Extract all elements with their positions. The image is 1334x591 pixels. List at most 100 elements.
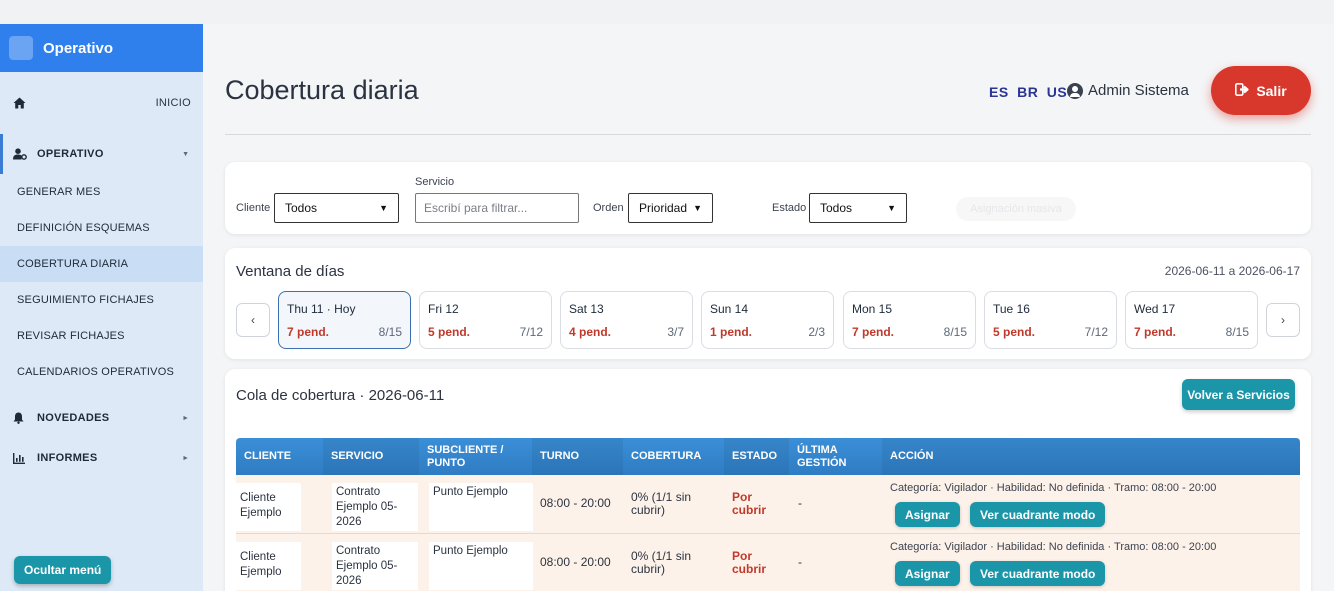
sidebar-item-definicion-esquemas[interactable]: DEFINICIÓN ESQUEMAS (0, 210, 203, 246)
page-title: Cobertura diaria (225, 75, 419, 105)
day-card[interactable]: Mon 15 7 pend. 8/15 (843, 291, 976, 349)
logout-button[interactable]: Salir (1211, 66, 1311, 115)
sidebar-item-label: CALENDARIOS OPERATIVOS (17, 366, 175, 378)
day-card[interactable]: Fri 12 5 pend. 7/12 (419, 291, 552, 349)
day-name: Wed 17 (1134, 302, 1176, 316)
user-menu[interactable]: Admin Sistema (1067, 82, 1189, 99)
day-pending: 7 pend. (287, 325, 330, 339)
orden-label: Orden (593, 202, 624, 214)
chart-icon (13, 452, 27, 464)
day-name: Thu 11 · Hoy (287, 302, 356, 316)
user-name: Admin Sistema (1088, 82, 1189, 99)
day-card[interactable]: Sun 14 1 pend. 2/3 (701, 291, 834, 349)
table-row: Cliente Ejemplo Contrato Ejemplo 05-2026… (236, 534, 1300, 591)
estado-label: Estado (772, 202, 807, 214)
sidebar-section-label: OPERATIVO (37, 148, 104, 160)
sidebar-section-informes[interactable]: INFORMES ► (0, 438, 203, 478)
home-icon (13, 97, 26, 109)
servicio-label: Servicio (415, 176, 455, 188)
view-schedule-button[interactable]: Ver cuadrante modo (970, 561, 1106, 586)
turno-cell: 08:00 - 20:00 (540, 555, 611, 569)
column-header[interactable]: TURNO (532, 438, 623, 475)
categoria-info: Categoría: Vigilador · Habilidad: No def… (890, 482, 1217, 494)
assign-button[interactable]: Asignar (895, 502, 960, 527)
lang-es-button[interactable]: ES (989, 84, 1009, 100)
servicio-cell: Contrato Ejemplo 05-2026 (332, 483, 418, 531)
column-header[interactable]: ACCIÓN (882, 438, 1300, 475)
chevron-down-icon: ▼ (887, 203, 896, 213)
brand-logo-icon (9, 36, 33, 60)
bell-icon (13, 412, 27, 424)
column-header[interactable]: CLIENTE (236, 438, 323, 475)
day-name: Sun 14 (710, 302, 749, 316)
cliente-cell: Cliente Ejemplo (236, 483, 301, 531)
column-header[interactable]: ÚLTIMA GESTIÓN (789, 438, 882, 475)
prev-days-button[interactable]: ‹ (236, 303, 270, 337)
sidebar-item-cobertura-diaria[interactable]: COBERTURA DIARIA (0, 246, 203, 282)
orden-select[interactable]: Prioridad ▼ (628, 193, 713, 223)
column-header[interactable]: SUBCLIENTE / PUNTO (419, 438, 532, 475)
cliente-label: Cliente (236, 202, 271, 214)
day-card[interactable]: Thu 11 · Hoy 7 pend. 8/15 (278, 291, 411, 349)
back-to-services-button[interactable]: Volver a Servicios (1182, 379, 1295, 410)
orden-select-value: Prioridad (639, 201, 688, 215)
hide-menu-button[interactable]: Ocultar menú (14, 556, 112, 584)
sidebar-item-inicio[interactable]: INICIO (0, 72, 203, 134)
table-row: Cliente Ejemplo Contrato Ejemplo 05-2026… (236, 475, 1300, 534)
column-header[interactable]: COBERTURA (623, 438, 724, 475)
cliente-cell: Cliente Ejemplo (236, 542, 301, 590)
days-window-card: Ventana de días 2026-06-11 a 2026-06-17 … (225, 248, 1311, 359)
servicio-filter-input[interactable] (415, 193, 579, 223)
day-name: Sat 13 (569, 302, 604, 316)
filters-card: Cliente Todos ▼ Servicio Orden Prioridad… (225, 162, 1311, 234)
bulk-assign-button[interactable]: Asignación masiva (956, 197, 1076, 221)
sidebar-brand[interactable]: Operativo (0, 24, 203, 72)
logout-label: Salir (1256, 82, 1287, 99)
sidebar-item-label: DEFINICIÓN ESQUEMAS (17, 222, 150, 234)
day-name: Fri 12 (428, 302, 459, 316)
day-ratio: 3/7 (667, 325, 684, 339)
column-header[interactable]: ESTADO (724, 438, 789, 475)
sidebar: Operativo INICIO OPERATIVO ▼ GENERAR MES… (0, 24, 203, 591)
day-ratio: 7/12 (1084, 325, 1108, 339)
day-ratio: 8/15 (1225, 325, 1249, 339)
day-pending: 4 pend. (569, 325, 612, 339)
lang-us-button[interactable]: US (1047, 84, 1067, 100)
sidebar-item-generar-mes[interactable]: GENERAR MES (0, 174, 203, 210)
sidebar-item-calendarios-operativos[interactable]: CALENDARIOS OPERATIVOS (0, 354, 203, 390)
lang-br-button[interactable]: BR (1017, 84, 1038, 100)
cliente-select[interactable]: Todos ▼ (274, 193, 399, 223)
sidebar-section-label: INFORMES (37, 452, 98, 464)
day-card[interactable]: Sat 13 4 pend. 3/7 (560, 291, 693, 349)
turno-cell: 08:00 - 20:00 (540, 496, 611, 510)
assign-button[interactable]: Asignar (895, 561, 960, 586)
chevron-down-icon: ▼ (693, 203, 702, 213)
days-window-range: 2026-06-11 a 2026-06-17 (1164, 264, 1300, 278)
sidebar-item-revisar-fichajes[interactable]: REVISAR FICHAJES (0, 318, 203, 354)
day-name: Mon 15 (852, 302, 893, 316)
next-days-button[interactable]: › (1266, 303, 1300, 337)
day-name: Tue 16 (993, 302, 1030, 316)
gestion-cell: - (798, 496, 802, 510)
column-header[interactable]: SERVICIO (323, 438, 419, 475)
day-card[interactable]: Tue 16 5 pend. 7/12 (984, 291, 1117, 349)
punto-cell: Punto Ejemplo (429, 542, 533, 590)
day-card[interactable]: Wed 17 7 pend. 8/15 (1125, 291, 1258, 349)
estado-cell: Por cubrir (732, 490, 767, 517)
sidebar-item-seguimiento-fichajes[interactable]: SEGUIMIENTO FICHAJES (0, 282, 203, 318)
day-pending: 1 pend. (710, 325, 753, 339)
day-pending: 5 pend. (428, 325, 471, 339)
top-strip (0, 0, 1334, 24)
gestion-cell: - (798, 555, 802, 569)
coverage-queue-card: Cola de cobertura · 2026-06-11 Volver a … (225, 369, 1311, 591)
estado-select[interactable]: Todos ▼ (809, 193, 907, 223)
caret-right-icon: ► (182, 454, 189, 462)
punto-cell: Punto Ejemplo (429, 483, 533, 531)
sidebar-item-label: COBERTURA DIARIA (17, 258, 129, 270)
view-schedule-button[interactable]: Ver cuadrante modo (970, 502, 1106, 527)
sidebar-section-operativo[interactable]: OPERATIVO ▼ (0, 134, 203, 174)
coverage-table: CLIENTE SERVICIO SUBCLIENTE / PUNTO TURN… (236, 438, 1300, 591)
sidebar-section-novedades[interactable]: NOVEDADES ► (0, 398, 203, 438)
day-pending: 7 pend. (852, 325, 895, 339)
caret-right-icon: ► (182, 414, 189, 422)
